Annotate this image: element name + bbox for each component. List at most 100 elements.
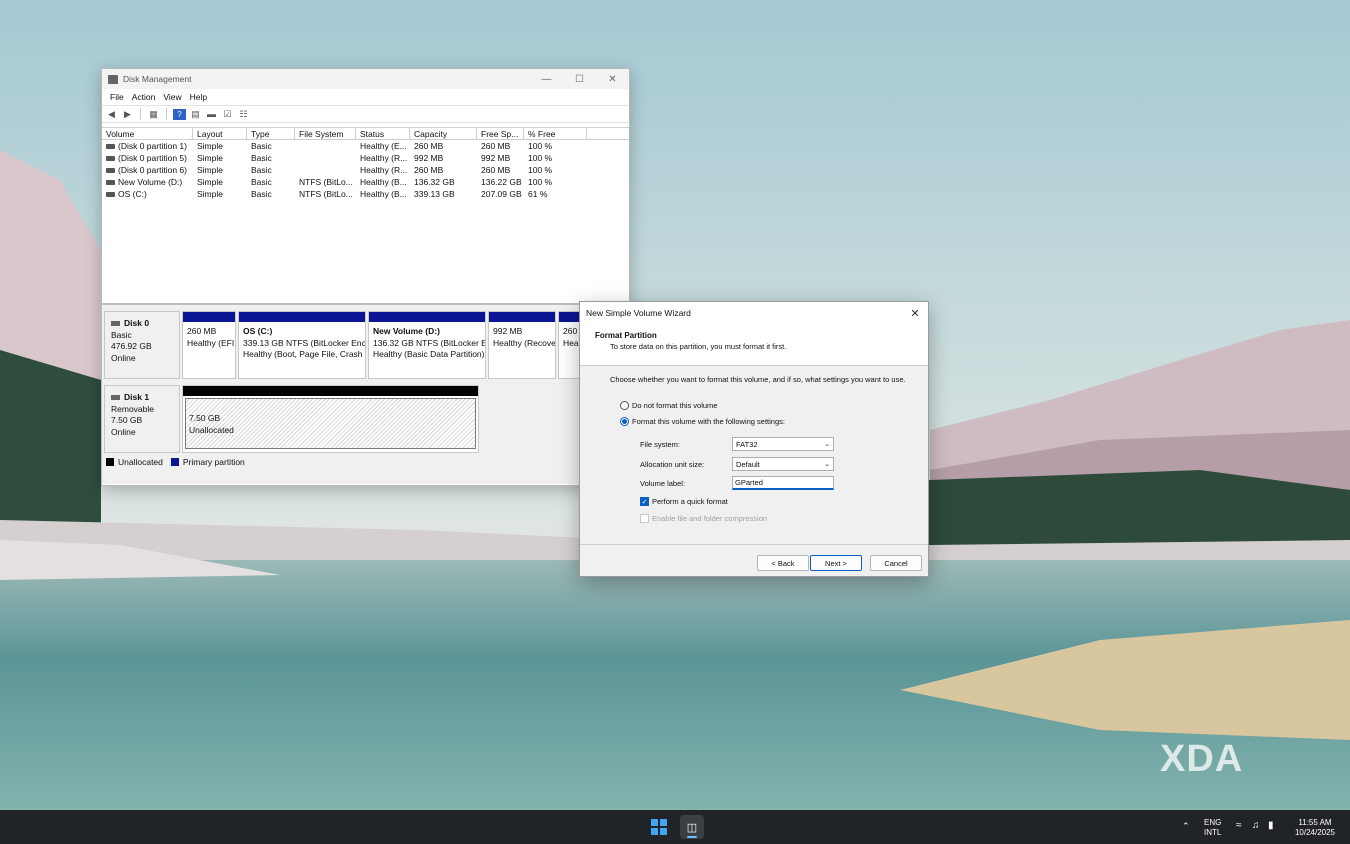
quick-format-checkbox[interactable]: ✓ <box>640 497 649 506</box>
col-file-system[interactable]: File System <box>295 128 356 139</box>
forward-arrow-icon[interactable]: ▶ <box>121 109 134 120</box>
cell-file-system <box>295 140 356 152</box>
language-indicator[interactable]: ENG INTL <box>1204 818 1221 838</box>
disk-management-app-icon <box>108 74 118 84</box>
partition-size: 992 MB <box>493 326 523 336</box>
disk0-partition-efi[interactable]: 260 MB Healthy (EFI <box>182 311 236 379</box>
disk1-unallocated-space[interactable]: 7.50 GB Unallocated <box>182 385 479 453</box>
cell-type: Basic <box>251 141 272 151</box>
disk1-size: 7.50 GB <box>111 415 143 425</box>
cell-file-system <box>295 152 356 164</box>
disk0-partition-recovery-2[interactable]: 260 Heal <box>558 311 580 379</box>
partition-status: Healthy (EFI <box>187 337 235 348</box>
menu-view[interactable]: View <box>159 92 185 102</box>
compression-checkbox-row: Enable file and folder compression <box>640 514 767 523</box>
disk1-info[interactable]: Disk 1 Removable 7.50 GB Online <box>104 385 180 453</box>
table-row[interactable]: (Disk 0 partition 5) Simple Basic Health… <box>102 152 629 164</box>
disk0-partition-new-volume[interactable]: New Volume (D:) 136.32 GB NTFS (BitLocker… <box>368 311 486 379</box>
cell-free-space: 260 MB <box>481 165 511 175</box>
cell-capacity: 992 MB <box>414 153 444 163</box>
wizard-header: Format Partition To store data on this p… <box>580 324 928 366</box>
disk0-status: Online <box>111 352 136 363</box>
cell-file-system <box>295 164 356 176</box>
primary-partition-bar <box>369 312 485 322</box>
col-percent-free[interactable]: % Free <box>524 128 587 139</box>
cell-volume: (Disk 0 partition 5) <box>102 152 193 164</box>
properties-icon[interactable]: ▤ <box>189 109 202 120</box>
table-row[interactable]: (Disk 0 partition 1) Simple Basic Health… <box>102 140 629 152</box>
quick-format-label: Perform a quick format <box>652 497 728 506</box>
new-simple-volume-wizard[interactable]: New Simple Volume Wizard ✕ Format Partit… <box>579 301 929 577</box>
disk0-partition-os[interactable]: OS (C:) 339.13 GB NTFS (BitLocker Encry He… <box>238 311 366 379</box>
primary-partition-bar <box>559 312 579 322</box>
cancel-button[interactable]: Cancel <box>870 555 922 571</box>
show-hide-console-tree-icon[interactable]: ▦ <box>147 109 160 120</box>
file-system-value: FAT32 <box>736 439 758 449</box>
partition-status: Healthy (Recove <box>493 337 555 348</box>
allocation-unit-select[interactable]: Default ⌄ <box>732 457 834 471</box>
file-system-select[interactable]: FAT32 ⌄ <box>732 437 834 451</box>
radio-do-not-format-label: Do not format this volume <box>632 401 718 410</box>
volume-name: OS (C:) <box>118 189 147 199</box>
col-free-space[interactable]: Free Sp... <box>477 128 524 139</box>
col-type[interactable]: Type <box>247 128 295 139</box>
table-row[interactable]: OS (C:) Simple Basic NTFS (BitLo... Heal… <box>102 188 629 200</box>
menu-file[interactable]: File <box>106 92 128 102</box>
volume-name: (Disk 0 partition 6) <box>118 165 187 175</box>
volume-icon <box>106 192 115 198</box>
dm-titlebar[interactable]: Disk Management — ☐ ✕ <box>102 69 629 89</box>
checklist-icon[interactable]: ☑ <box>221 109 234 120</box>
wifi-icon[interactable]: ≈ <box>1236 821 1242 831</box>
speaker-icon[interactable]: ♫ <box>1252 821 1260 831</box>
minimize-button[interactable]: — <box>530 74 563 85</box>
allocation-unit-field: Allocation unit size: Default ⌄ <box>640 457 834 471</box>
disk-icon <box>111 395 120 401</box>
table-row[interactable]: (Disk 0 partition 6) Simple Basic Health… <box>102 164 629 176</box>
xda-watermark: XDA <box>1160 738 1244 780</box>
wizard-titlebar[interactable]: New Simple Volume Wizard ✕ <box>580 302 928 324</box>
disk-management-taskbar-icon[interactable]: ◫ <box>680 815 704 839</box>
view-details-icon[interactable]: ☷ <box>237 109 250 120</box>
file-system-label: File system: <box>640 439 681 449</box>
cell-percent-free: 61 % <box>528 189 548 199</box>
windows-start-icon[interactable] <box>651 819 667 835</box>
radio-button-selected[interactable] <box>620 417 629 426</box>
back-button[interactable]: < Back <box>757 555 809 571</box>
help-icon[interactable]: ? <box>173 108 186 120</box>
allocation-unit-label: Allocation unit size: <box>640 459 705 469</box>
toolbar-separator <box>166 108 167 120</box>
col-layout[interactable]: Layout <box>193 128 247 139</box>
radio-button[interactable] <box>620 401 629 410</box>
quick-format-checkbox-row[interactable]: ✓ Perform a quick format <box>640 497 728 506</box>
menu-action[interactable]: Action <box>128 92 160 102</box>
radio-do-not-format[interactable]: Do not format this volume <box>620 401 928 410</box>
back-arrow-icon[interactable]: ◀ <box>105 109 118 120</box>
cell-status: Healthy (E... <box>360 141 407 151</box>
col-capacity[interactable]: Capacity <box>410 128 477 139</box>
table-row[interactable]: New Volume (D:) Simple Basic NTFS (BitLo… <box>102 176 629 188</box>
unallocated-label: Unallocated <box>189 424 234 435</box>
disk0-partition-recovery-1[interactable]: 992 MB Healthy (Recove <box>488 311 556 379</box>
col-volume[interactable]: Volume <box>102 128 193 139</box>
rescan-disks-icon[interactable]: ▬ <box>205 109 218 120</box>
next-button[interactable]: Next > <box>810 555 862 571</box>
wizard-prompt: Choose whether you want to format this v… <box>610 375 906 384</box>
clock-time: 11:55 AM <box>1298 818 1332 827</box>
volume-name: (Disk 0 partition 5) <box>118 153 187 163</box>
clock[interactable]: 11:55 AM 10/24/2025 <box>1290 818 1340 838</box>
disk-management-window[interactable]: Disk Management — ☐ ✕ File Action View H… <box>101 68 630 486</box>
volume-label-input[interactable]: GParted <box>732 476 834 490</box>
radio-format-volume[interactable]: Format this volume with the following se… <box>620 417 928 426</box>
cell-layout: Simple <box>197 177 223 187</box>
chevron-up-icon[interactable]: ⌃ <box>1182 821 1190 831</box>
menu-help[interactable]: Help <box>186 92 211 102</box>
wizard-close-button[interactable]: ✕ <box>902 307 928 320</box>
close-button[interactable]: ✕ <box>596 74 629 85</box>
maximize-button[interactable]: ☐ <box>563 74 596 85</box>
clock-date: 10/24/2025 <box>1294 828 1336 837</box>
chevron-down-icon: ⌄ <box>824 461 830 468</box>
col-status[interactable]: Status <box>356 128 410 139</box>
cell-free-space: 260 MB <box>481 141 511 151</box>
disk0-info[interactable]: Disk 0 Basic 476.92 GB Online <box>104 311 180 379</box>
battery-icon[interactable]: ▮ <box>1268 821 1274 831</box>
